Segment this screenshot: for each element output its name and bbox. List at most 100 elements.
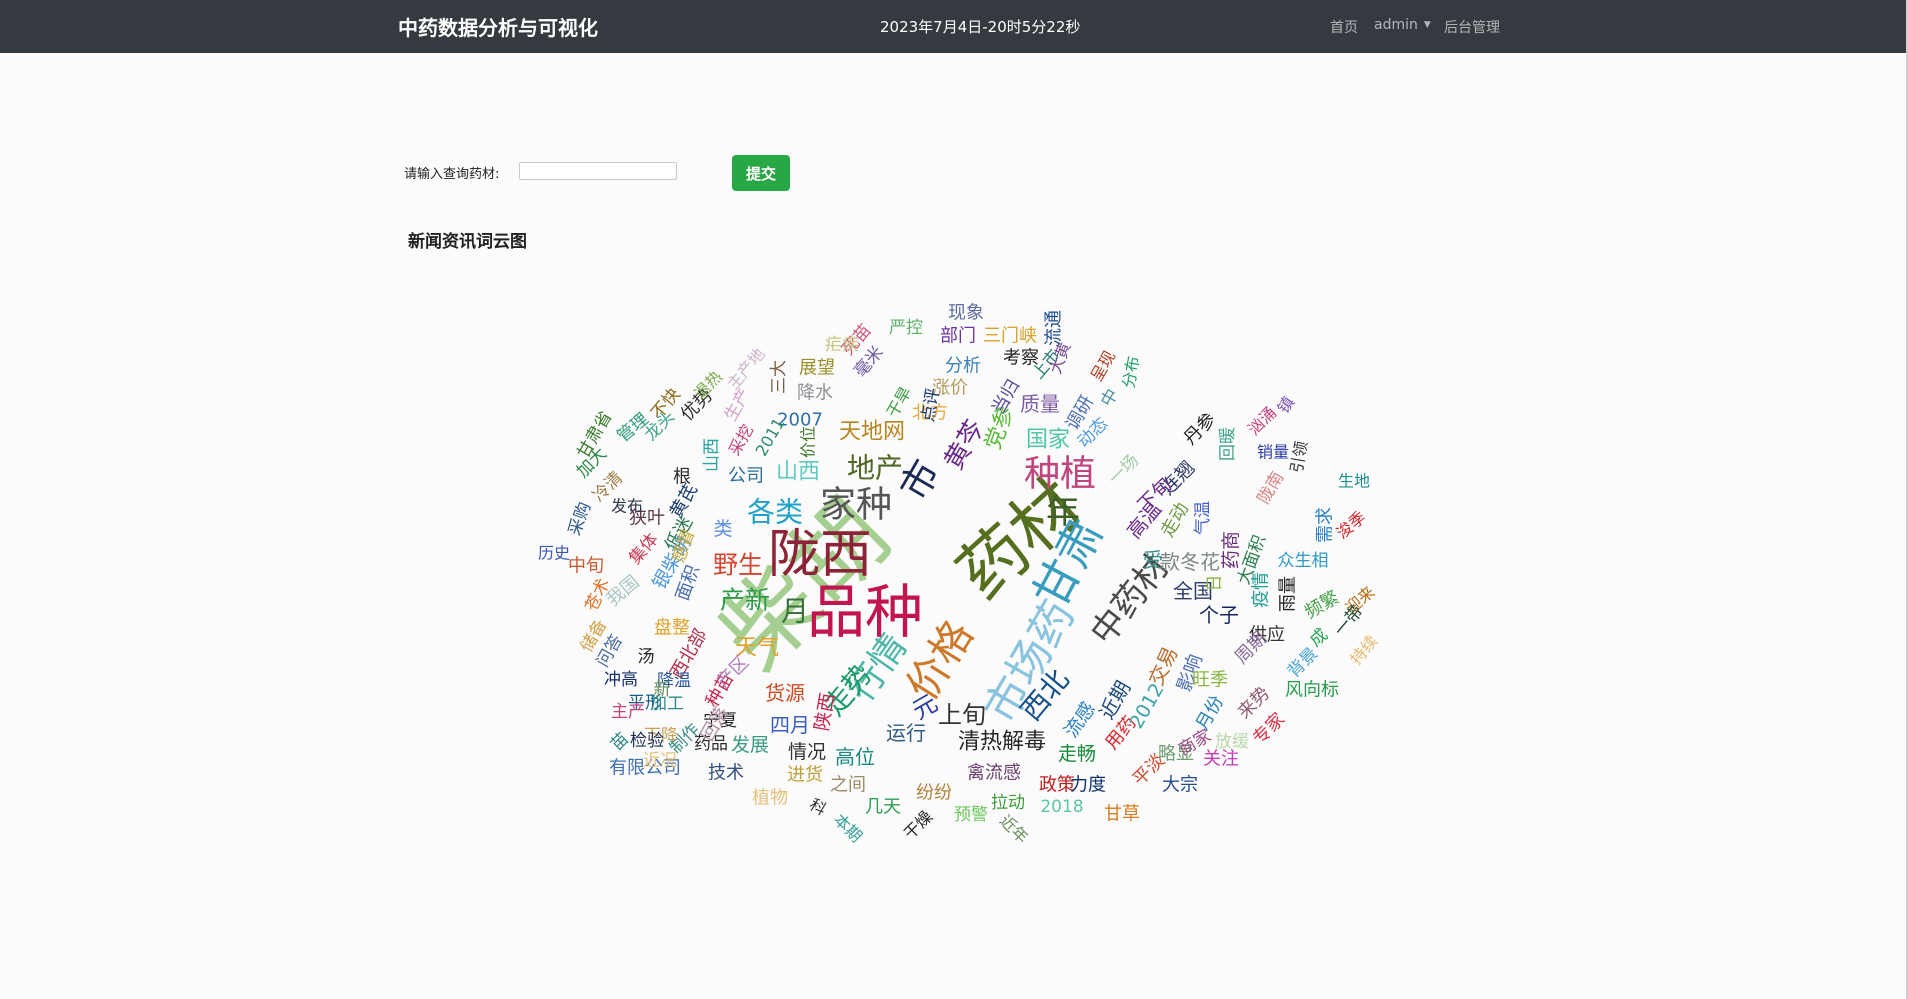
- wordcloud-word: 流感: [1060, 698, 1100, 742]
- wordcloud-word: 货源: [765, 681, 805, 705]
- wordcloud-word: 三大: [769, 360, 789, 394]
- wordcloud-word: 生地: [1338, 472, 1370, 491]
- wordcloud-word: 走动: [1157, 499, 1193, 541]
- wordcloud-title: 新闻资讯词云图: [408, 232, 527, 252]
- wordcloud-word: 黄芩: [939, 415, 991, 475]
- wordcloud-word: 感冒: [669, 527, 699, 566]
- wordcloud-word: 平淡: [1129, 750, 1169, 790]
- wordcloud-word: 加工: [650, 694, 684, 714]
- wordcloud-word: 检验: [630, 731, 664, 751]
- wordcloud-word: 考察: [1003, 348, 1039, 369]
- wordcloud-word: 走势: [817, 658, 878, 722]
- wordcloud-word: 年: [1046, 492, 1080, 532]
- wordcloud-word: 死苗: [838, 321, 875, 360]
- wordcloud-word: 盘整: [654, 618, 690, 639]
- wordcloud-word: 管理: [614, 409, 653, 446]
- wordcloud-word: 龙头: [641, 407, 679, 445]
- wordcloud-word: 2012: [1125, 680, 1168, 733]
- wordcloud-word: 回暖: [1218, 427, 1238, 461]
- wordcloud-word: 品种: [807, 578, 923, 646]
- wordcloud-word: 清热解毒: [958, 730, 1046, 755]
- wordcloud-word: 加大: [573, 444, 611, 482]
- wordcloud-word: 退热: [690, 367, 726, 403]
- wordcloud-word: 降水: [797, 383, 833, 404]
- wordcloud-word: 放缓: [1215, 732, 1249, 752]
- wordcloud-word: 种苗: [702, 669, 738, 711]
- wordcloud-word: 款冬花: [1160, 550, 1220, 574]
- wordcloud-word: 运行: [886, 721, 926, 745]
- wordcloud-word: 雨量: [1278, 576, 1299, 612]
- wordcloud-word: 回落: [697, 703, 733, 745]
- wordcloud-word: 柴胡: [699, 479, 911, 691]
- wordcloud-word: 力度: [1070, 775, 1106, 796]
- wordcloud-word: 植物: [752, 788, 788, 809]
- wordcloud-word: 质量: [1020, 392, 1060, 416]
- wordcloud-word: 主产地: [723, 345, 768, 394]
- wordcloud-word: 国家: [1026, 428, 1070, 453]
- wordcloud-word: 持续: [1346, 632, 1381, 669]
- wordcloud-word: 几天: [865, 797, 901, 818]
- wordcloud-word: 上市: [1028, 346, 1063, 383]
- wordcloud-word: 拉动: [991, 793, 1025, 813]
- wordcloud-word: 当归: [988, 376, 1024, 418]
- wordcloud-word: 严控: [889, 318, 923, 338]
- wordcloud-word: 干旱: [883, 383, 915, 420]
- wordcloud-word: 大黄: [1046, 340, 1075, 377]
- chevron-down-icon: ▼: [1423, 20, 1431, 30]
- wordcloud-word: 四月: [770, 713, 810, 737]
- wordcloud-word: 情况: [788, 741, 826, 763]
- wordcloud-word: 本期: [830, 810, 866, 846]
- nav-backend-link[interactable]: 后台管理: [1444, 17, 1500, 37]
- wordcloud-word: 价格: [897, 611, 983, 708]
- wordcloud-word: 产区: [713, 652, 753, 692]
- wordcloud-word: 一场: [1105, 451, 1143, 489]
- wordcloud-word: 甘肃省: [574, 408, 617, 462]
- wordcloud-word: 山西: [702, 438, 722, 472]
- wordcloud-word: 之间: [830, 775, 866, 796]
- submit-button[interactable]: 提交: [732, 155, 790, 191]
- nav-admin-dropdown[interactable]: admin ▼: [1374, 17, 1431, 33]
- wordcloud-word: 宁夏: [703, 711, 737, 731]
- wordcloud-word: 供应: [1249, 625, 1285, 646]
- wordcloud-word: 西北: [1014, 663, 1075, 727]
- herb-search-input[interactable]: [519, 162, 677, 180]
- wordcloud-word: 平形: [628, 693, 662, 713]
- wordcloud-word: 日: [1205, 575, 1225, 592]
- wordcloud-word: 党参: [981, 403, 1020, 453]
- wordcloud-word: 分析: [945, 356, 981, 377]
- wordcloud-word: 历史: [538, 544, 570, 563]
- wordcloud-word: 略显: [1158, 744, 1194, 765]
- wordcloud-word: 下旬: [1134, 474, 1176, 516]
- wordcloud-word: 汤: [638, 647, 655, 667]
- wordcloud-word: 月份: [1192, 692, 1228, 734]
- wordcloud-word: 销量: [1257, 443, 1289, 462]
- wordcloud-word: 2011: [752, 415, 789, 460]
- wordcloud-word: 根: [673, 467, 691, 488]
- wordcloud-word: 有限公司: [609, 758, 681, 779]
- wordcloud-word: 地产: [847, 452, 903, 485]
- wordcloud-word: 中药材: [1083, 547, 1177, 652]
- wordcloud-word: 甘草: [1104, 804, 1140, 825]
- brand-title[interactable]: 中药数据分析与可视化: [398, 12, 598, 41]
- wordcloud-word: 低迷: [661, 513, 697, 555]
- wordcloud-word: 流通: [1044, 310, 1065, 346]
- wordcloud-word: 周期: [1231, 628, 1271, 668]
- wordcloud-word: 点评: [918, 387, 944, 424]
- nav-home-link[interactable]: 首页: [1330, 17, 1358, 37]
- wordcloud-word: 调研: [1062, 392, 1098, 434]
- wordcloud-word: 不快: [647, 385, 684, 424]
- wordcloud-word: 元: [908, 689, 943, 725]
- wordcloud-word: 政策: [1039, 775, 1075, 796]
- wordcloud-word: 月: [781, 595, 809, 628]
- current-datetime: 2023年7月4日-20时5分22秒: [880, 18, 1081, 36]
- wordcloud-word: 商家: [1175, 726, 1214, 760]
- wordcloud-word: 冷清: [589, 468, 627, 506]
- wordcloud-word: 一带: [1330, 602, 1367, 641]
- search-label: 请输入查询药材:: [404, 167, 500, 182]
- wordcloud-word: 黄芪: [666, 480, 702, 522]
- wordcloud-word: 进货: [787, 765, 823, 786]
- wordcloud-word: 专家: [1249, 709, 1289, 749]
- wordcloud-word: 药品: [694, 734, 728, 754]
- wordcloud-word: 高温: [1122, 497, 1166, 543]
- wordcloud-word: 频繁: [1301, 587, 1343, 623]
